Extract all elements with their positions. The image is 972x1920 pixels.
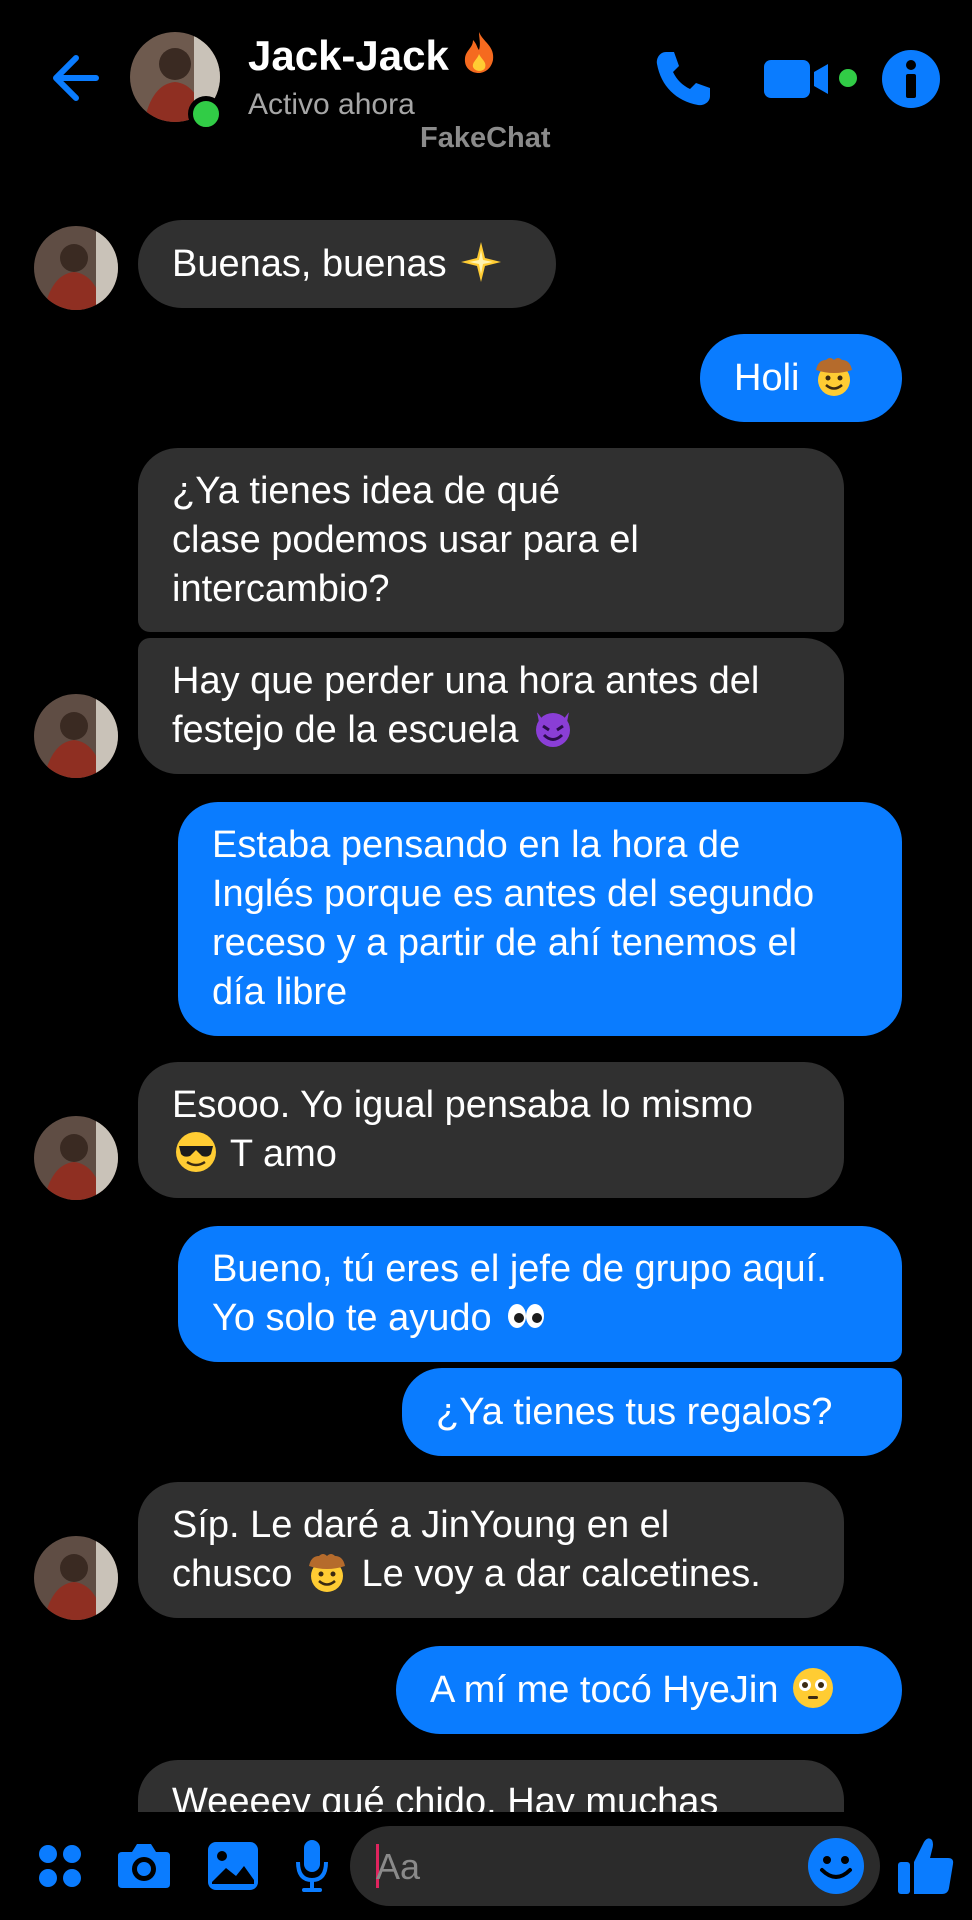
message-bubble-incoming[interactable]: Hay que perder una hora antes del festej…: [138, 638, 844, 774]
emoji-icon[interactable]: [806, 1836, 866, 1896]
info-icon[interactable]: [880, 48, 942, 110]
presence-status: Activo ahora: [248, 88, 415, 121]
message-bubble-outgoing[interactable]: Estaba pensando en la hora de Inglés por…: [178, 802, 902, 1036]
message-bubble-incoming[interactable]: Esooo. Yo igual pensaba lo mismo T amo: [138, 1062, 844, 1198]
sender-avatar: [34, 694, 118, 778]
sunglasses-face-icon: [176, 1132, 216, 1172]
flushed-face-icon: [793, 1667, 834, 1708]
eyes-icon: [508, 1304, 545, 1328]
message-bubble-incoming[interactable]: Buenas, buenas: [138, 220, 556, 308]
message-composer: Aa: [0, 1812, 972, 1920]
cowboy-face-icon: [816, 357, 853, 396]
sender-avatar: [34, 226, 118, 310]
sender-avatar: [34, 1536, 118, 1620]
fire-icon: [464, 32, 493, 73]
menu-dots-icon[interactable]: [36, 1842, 84, 1890]
smiling-devil-icon: [536, 712, 571, 747]
message-bubble-outgoing[interactable]: Bueno, tú eres el jefe de grupo aquí. Yo…: [178, 1226, 902, 1362]
phone-call-icon[interactable]: [652, 48, 714, 110]
watermark: FakeChat: [420, 122, 551, 154]
video-call-icon[interactable]: [764, 50, 858, 106]
cowboy-face-icon: [308, 1554, 345, 1592]
message-bubble-incoming[interactable]: ¿Ya tienes idea de qué clase podemos usa…: [138, 448, 844, 632]
message-bubble-incoming[interactable]: Síp. Le daré a JinYoung en el chusco Le …: [138, 1482, 844, 1618]
gallery-icon[interactable]: [206, 1840, 260, 1892]
contact-name[interactable]: Jack-Jack: [248, 30, 497, 80]
sender-avatar: [34, 1116, 118, 1200]
sparkle-icon: [461, 241, 502, 282]
message-bubble-outgoing[interactable]: A mí me tocó HyeJin: [396, 1646, 902, 1734]
thumbs-up-icon[interactable]: [896, 1834, 956, 1898]
back-arrow-icon[interactable]: [44, 48, 104, 108]
camera-icon[interactable]: [116, 1840, 172, 1892]
message-bubble-outgoing[interactable]: ¿Ya tienes tus regalos?: [402, 1368, 902, 1456]
message-bubble-outgoing[interactable]: Holi: [700, 334, 902, 422]
message-input[interactable]: Aa: [350, 1826, 880, 1906]
chat-header: Jack-Jack Activo ahora FakeChat: [0, 0, 972, 170]
online-indicator: [188, 96, 224, 132]
message-input-placeholder: Aa: [376, 1846, 421, 1887]
microphone-icon[interactable]: [294, 1838, 330, 1894]
